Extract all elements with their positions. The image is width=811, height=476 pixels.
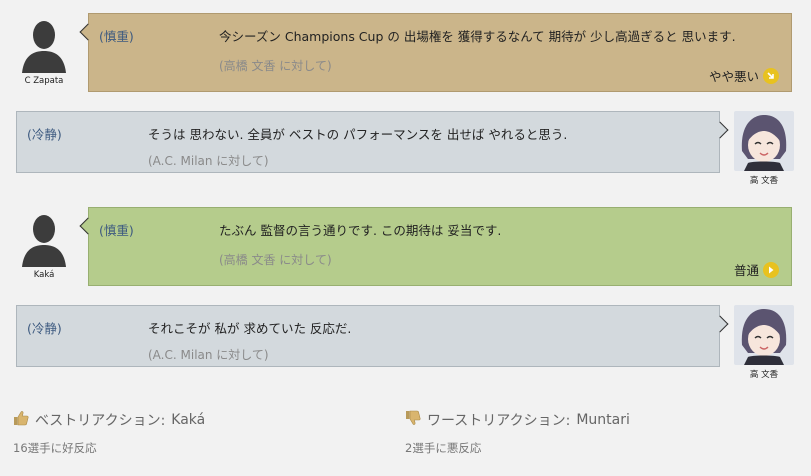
message-bubble: (冷静) そうは 思わない. 全員が ベストの パフォーマンスを 出せば やれる… bbox=[16, 111, 729, 173]
avatar[interactable] bbox=[14, 207, 74, 267]
target-label: (高橋 文香 に対して) bbox=[219, 253, 332, 267]
reaction-indicator: 普通 bbox=[734, 260, 779, 279]
speaker-block: 高 文香 bbox=[733, 111, 795, 186]
attitude-label: (慎重) bbox=[99, 29, 134, 44]
thumbs-down-icon bbox=[405, 410, 421, 430]
best-reaction-label: ベストリアクション: bbox=[35, 413, 166, 429]
attitude-label: (慎重) bbox=[99, 223, 134, 238]
bubble-tail bbox=[79, 217, 97, 235]
worst-reaction-name[interactable]: Muntari bbox=[576, 412, 630, 428]
bubble-tail bbox=[711, 121, 729, 139]
speaker-block: C Zapata bbox=[13, 13, 75, 86]
attitude-label: (冷静) bbox=[27, 321, 62, 336]
target-label: (高橋 文香 に対して) bbox=[219, 59, 332, 73]
avatar[interactable] bbox=[734, 305, 794, 365]
avatar[interactable] bbox=[734, 111, 794, 171]
silhouette-icon bbox=[14, 207, 74, 267]
speaker-block: Kaká bbox=[13, 207, 75, 280]
speaker-name: C Zapata bbox=[24, 76, 64, 86]
message-bubble: (慎重) 今シーズン Champions Cup の 出場権を 獲得するなんて … bbox=[79, 13, 792, 92]
avatar[interactable] bbox=[14, 13, 74, 73]
best-reaction-name[interactable]: Kaká bbox=[171, 412, 205, 428]
best-reaction-count: 16選手に好反応 bbox=[13, 441, 97, 455]
reaction-label: 普通 bbox=[733, 263, 759, 278]
bubble-tail bbox=[79, 23, 97, 41]
speaker-name: 高 文香 bbox=[749, 370, 779, 380]
worst-reaction-label: ワーストリアクション: bbox=[427, 413, 571, 429]
worst-reaction-title: ワーストリアクション: Muntari bbox=[405, 410, 630, 430]
worst-reaction: ワーストリアクション: Muntari 2選手に悪反応 bbox=[405, 410, 630, 456]
anime-avatar-icon bbox=[734, 111, 794, 171]
target-label: (A.C. Milan に対して) bbox=[148, 348, 269, 362]
worst-reaction-count: 2選手に悪反応 bbox=[405, 441, 482, 455]
speaker-name: 高 文香 bbox=[749, 176, 779, 186]
message-bubble: (慎重) たぶん 監督の言う通りです. この期待は 妥当です. (高橋 文香 に… bbox=[79, 207, 792, 286]
message-text: そうは 思わない. 全員が ベストの パフォーマンスを 出せば やれると思う. bbox=[148, 127, 568, 142]
message-text: 今シーズン Champions Cup の 出場権を 獲得するなんて 期待が 少… bbox=[219, 29, 736, 44]
attitude-label: (冷静) bbox=[27, 127, 62, 142]
silhouette-icon bbox=[14, 13, 74, 73]
best-reaction-title: ベストリアクション: Kaká bbox=[13, 410, 205, 430]
speaker-name: Kaká bbox=[33, 270, 55, 280]
message-text: たぶん 監督の言う通りです. この期待は 妥当です. bbox=[219, 223, 502, 238]
reaction-indicator: やや悪い bbox=[709, 66, 779, 85]
best-reaction: ベストリアクション: Kaká 16選手に好反応 bbox=[13, 410, 205, 456]
message-text: それこそが 私が 求めていた 反応だ. bbox=[148, 321, 352, 336]
target-label: (A.C. Milan に対して) bbox=[148, 154, 269, 168]
thumbs-up-icon bbox=[13, 410, 29, 430]
anime-avatar-icon bbox=[734, 305, 794, 365]
bubble-tail bbox=[711, 315, 729, 333]
arrow-right-icon bbox=[763, 261, 779, 278]
message-bubble: (冷静) それこそが 私が 求めていた 反応だ. (A.C. Milan に対し… bbox=[16, 305, 729, 367]
reaction-label: やや悪い bbox=[708, 69, 759, 84]
arrow-down-right-icon bbox=[763, 67, 779, 84]
speaker-block: 高 文香 bbox=[733, 305, 795, 380]
